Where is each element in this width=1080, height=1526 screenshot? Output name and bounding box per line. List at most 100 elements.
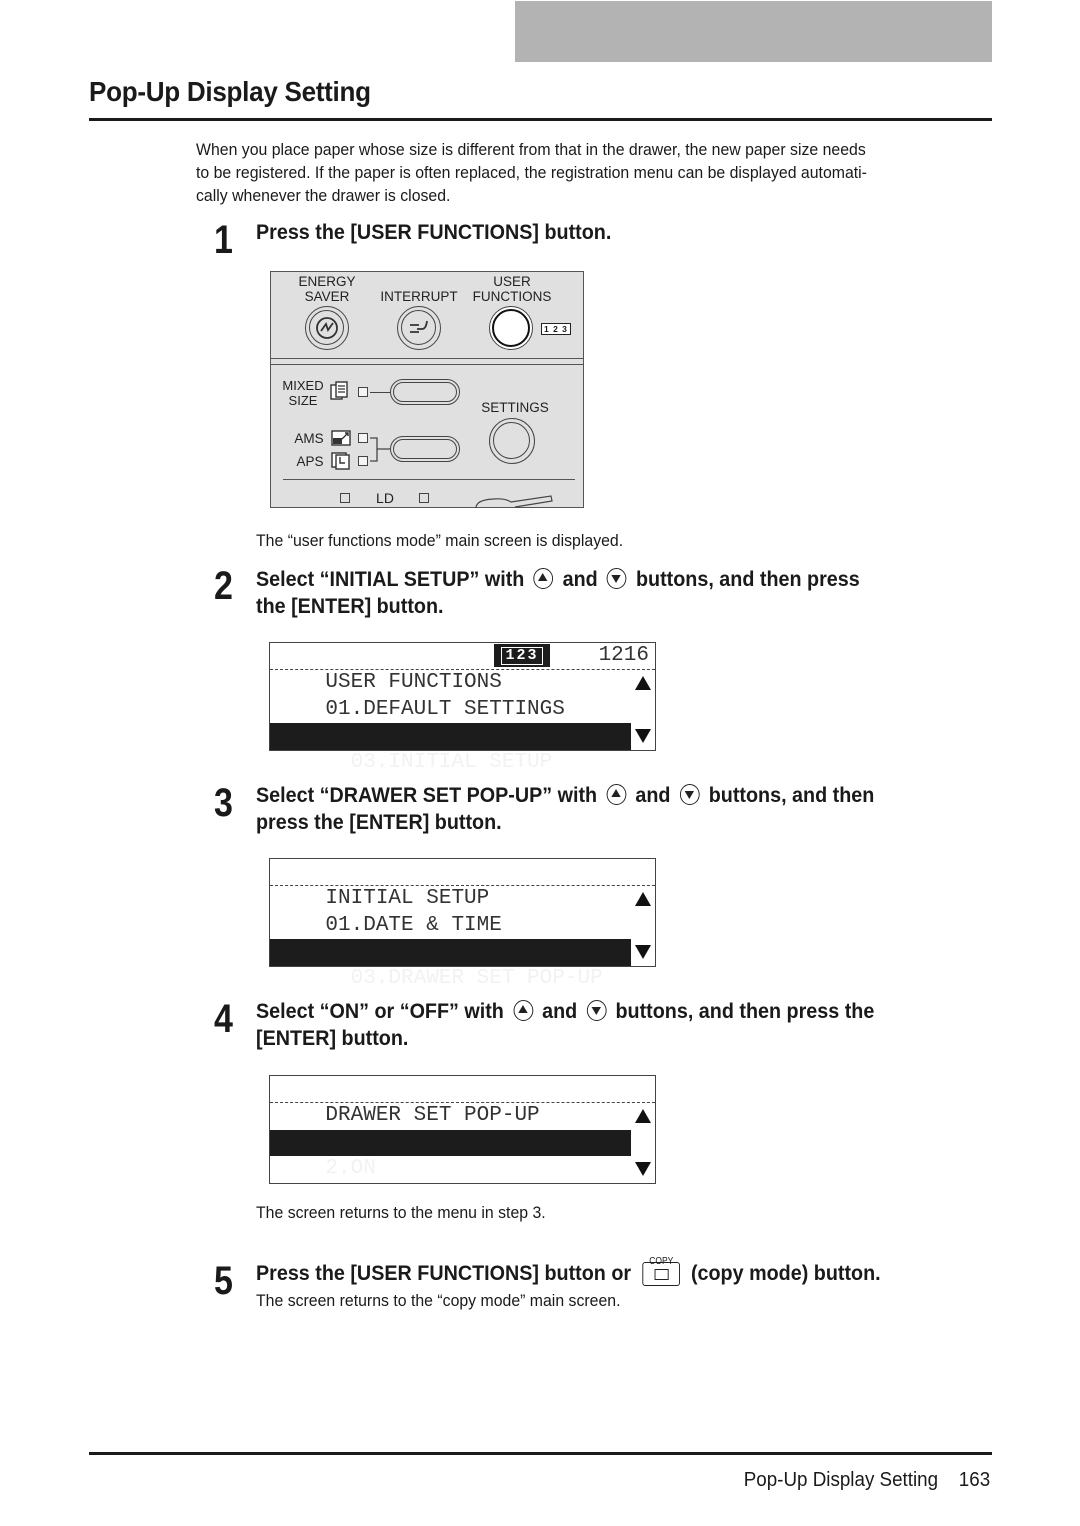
interrupt-label: INTERRUPT bbox=[380, 289, 458, 304]
settings-button-inner bbox=[493, 422, 530, 459]
lcd-screen-initial-setup: INITIAL SETUP 01.DATE & TIME 02.LANGUAGE… bbox=[269, 858, 656, 990]
step-5-text: Press the [USER FUNCTIONS] button or COP… bbox=[256, 1256, 881, 1287]
control-panel-illustration: ENERGY SAVER INTERRUPT USER FUNCTIONS 1 … bbox=[270, 271, 584, 508]
step-4-line-1: Select “ON” or “OFF” with and buttons, a… bbox=[256, 998, 874, 1025]
copy-doc-glyph bbox=[654, 1269, 669, 1280]
mixed-size-button bbox=[390, 379, 460, 405]
panel-divider bbox=[271, 358, 583, 359]
ld-indicator-left bbox=[340, 493, 350, 503]
step-5-text-prefix: Press the [USER FUNCTIONS] button or bbox=[256, 1262, 632, 1285]
step-3-text-prefix: Select “DRAWER SET POP-UP” with bbox=[256, 784, 598, 807]
lcd-badge-text: 123 bbox=[501, 647, 543, 665]
lcd-menu-item-selected: 2.ON bbox=[270, 1129, 631, 1180]
intro-line: When you place paper whose size is diffe… bbox=[196, 141, 866, 159]
interrupt-icon bbox=[410, 320, 428, 333]
step-2-text: Select “INITIAL SETUP” with and buttons,… bbox=[256, 566, 860, 620]
lcd-menu-item: 1.OFF bbox=[270, 1103, 655, 1154]
step-2-text-and: and bbox=[562, 568, 598, 591]
settings-label: SETTINGS bbox=[481, 400, 549, 415]
scroll-down-arrow-icon bbox=[635, 1162, 651, 1176]
step-3-line-2: press the [ENTER] button. bbox=[256, 811, 502, 834]
lever-icon bbox=[475, 495, 553, 508]
intro-line: cally whenever the drawer is closed. bbox=[196, 187, 451, 205]
lcd-item-label: 03.INITIAL SETUP bbox=[350, 750, 553, 774]
mixed-size-icon bbox=[330, 381, 348, 400]
mixed-size-label-line: SIZE bbox=[288, 393, 318, 408]
page-number: 163 bbox=[958, 1469, 990, 1491]
energy-saver-label-line: ENERGY bbox=[298, 274, 356, 289]
up-arrow-button-icon bbox=[513, 1000, 533, 1021]
down-arrow-button-icon bbox=[586, 1000, 607, 1021]
step-3-text-suffix: buttons, and then bbox=[708, 784, 875, 807]
mixed-size-label-line: MIXED bbox=[282, 378, 324, 393]
lcd-counter: 1216 bbox=[598, 644, 649, 667]
user-functions-button-inner bbox=[492, 309, 530, 347]
scroll-up-arrow-icon bbox=[635, 892, 651, 906]
intro-paragraph: When you place paper whose size is diffe… bbox=[196, 139, 964, 208]
ams-aps-button bbox=[390, 436, 460, 462]
step-2-line-1: Select “INITIAL SETUP” with and buttons,… bbox=[256, 566, 860, 593]
lcd-badge: 123 bbox=[494, 644, 550, 667]
step-5-line-1: Press the [USER FUNCTIONS] button or COP… bbox=[256, 1256, 881, 1287]
page-footer: Pop-Up Display Setting 163 bbox=[744, 1469, 990, 1492]
down-arrow-button-icon bbox=[679, 784, 700, 805]
lcd-menu-item: 02.LISTS bbox=[270, 697, 655, 747]
lcd-screen-user-functions: USER FUNCTIONS 123 1216 01.DEFAULT SETTI… bbox=[269, 642, 656, 774]
lcd-selected-wrapper: 03.DRAWER SET POP-UP bbox=[270, 939, 655, 990]
lcd-header: DRAWER SET POP-UP bbox=[270, 1076, 655, 1127]
step-4-text: Select “ON” or “OFF” with and buttons, a… bbox=[256, 998, 874, 1052]
aps-label: APS bbox=[296, 454, 324, 469]
step-2-line-2: the [ENTER] button. bbox=[256, 595, 444, 618]
user-functions-button bbox=[489, 306, 533, 350]
panel-divider bbox=[283, 479, 575, 480]
energy-saver-button bbox=[305, 306, 349, 350]
ld-label: LD bbox=[376, 490, 394, 506]
settings-button bbox=[489, 418, 535, 464]
energy-saver-icon bbox=[316, 317, 338, 339]
step-1-line: Press the [USER FUNCTIONS] button. bbox=[256, 221, 612, 244]
interrupt-button bbox=[397, 306, 441, 350]
lcd-menu-item-selected: 03.INITIAL SETUP bbox=[270, 723, 631, 774]
step-4-note: The screen returns to the menu in step 3… bbox=[256, 1204, 546, 1222]
lcd-menu-item: 01.DEFAULT SETTINGS bbox=[270, 670, 655, 721]
mixed-size-label: MIXED SIZE bbox=[279, 378, 327, 408]
ams-indicator bbox=[358, 433, 368, 443]
title-rule bbox=[89, 118, 992, 121]
step-2-text-suffix: buttons, and then press bbox=[635, 568, 860, 591]
header-tab-block bbox=[515, 1, 992, 62]
up-arrow-button-icon bbox=[533, 568, 554, 589]
badge-123: 1 2 3 bbox=[541, 323, 571, 335]
ams-label: AMS bbox=[294, 431, 324, 446]
lcd-menu-item-selected: 03.DRAWER SET POP-UP bbox=[270, 939, 631, 990]
ld-indicator-right bbox=[419, 493, 429, 503]
scroll-down-arrow-icon bbox=[635, 729, 651, 743]
step-5-number: 5 bbox=[214, 1259, 233, 1303]
step-3-text-and: and bbox=[635, 784, 671, 807]
step-5-text-suffix: (copy mode) button. bbox=[690, 1262, 881, 1285]
lcd-selected-wrapper: 03.INITIAL SETUP bbox=[270, 723, 655, 774]
lcd-header: INITIAL SETUP bbox=[270, 859, 655, 910]
step-4-number: 4 bbox=[214, 997, 233, 1041]
footer-rule bbox=[89, 1452, 992, 1455]
step-4-text-and: and bbox=[542, 1000, 578, 1023]
step-1-text: Press the [USER FUNCTIONS] button. bbox=[256, 219, 611, 246]
scroll-down-arrow-icon bbox=[635, 945, 651, 959]
step-3-line-1: Select “DRAWER SET POP-UP” with and butt… bbox=[256, 782, 874, 809]
copy-mode-button-icon: COPY bbox=[642, 1256, 680, 1286]
scroll-up-arrow-icon bbox=[635, 1109, 651, 1123]
step-5-note: The screen returns to the “copy mode” ma… bbox=[256, 1292, 621, 1310]
up-arrow-button-icon bbox=[606, 784, 627, 805]
step-4-text-prefix: Select “ON” or “OFF” with bbox=[256, 1000, 504, 1023]
page-title: Pop-Up Display Setting bbox=[89, 76, 371, 107]
aps-indicator bbox=[358, 456, 368, 466]
lcd-menu-item: 02.LANGUAGE bbox=[270, 913, 655, 963]
ams-icon bbox=[331, 430, 351, 446]
user-functions-label-line: USER bbox=[493, 274, 531, 289]
panel-divider bbox=[271, 364, 583, 365]
lcd-menu-item bbox=[270, 1156, 655, 1183]
step-4-line-2: [ENTER] button. bbox=[256, 1027, 409, 1050]
lcd-header: USER FUNCTIONS 123 1216 bbox=[270, 643, 655, 694]
footer-section-title: Pop-Up Display Setting bbox=[743, 1469, 938, 1491]
step-3-number: 3 bbox=[214, 781, 233, 825]
energy-saver-label-line: SAVER bbox=[304, 289, 350, 304]
